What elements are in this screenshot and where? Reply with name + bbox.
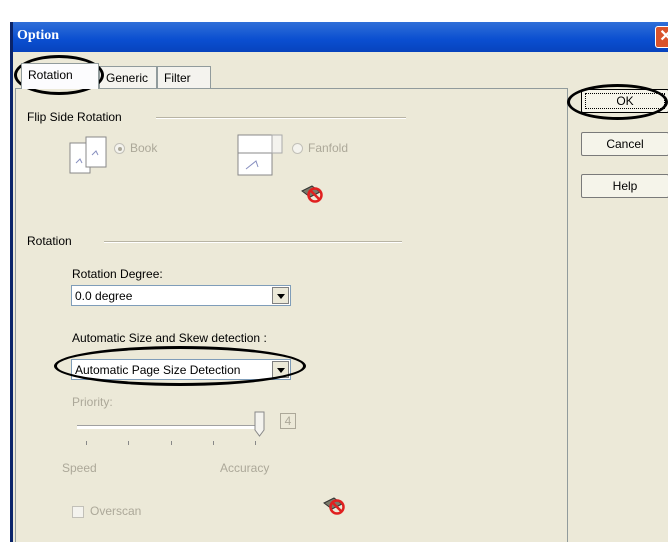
book-icon [69, 136, 107, 174]
chevron-down-icon[interactable] [272, 287, 289, 304]
tab-filter-label: Filter [164, 71, 191, 85]
rotation-tab-panel: Flip Side Rotation Book Fanfold Rotation… [15, 88, 568, 542]
tab-rotation[interactable]: Rotation [21, 63, 99, 89]
priority-value: 4 [284, 414, 292, 428]
title-bar[interactable]: Option [13, 22, 668, 52]
priority-label: Priority: [72, 395, 113, 409]
tab-generic-label: Generic [106, 71, 149, 85]
help-button-label: Help [612, 179, 638, 193]
unavailable-icon [323, 497, 345, 515]
rotation-degree-label: Rotation Degree: [72, 267, 163, 281]
priority-slider-thumb[interactable] [254, 411, 266, 437]
unavailable-icon [301, 185, 323, 203]
detection-label: Automatic Size and Skew detection : [72, 331, 267, 345]
chevron-down-icon[interactable] [272, 361, 289, 378]
cancel-button[interactable]: Cancel [581, 132, 668, 156]
focus-rectangle [585, 93, 665, 109]
rotation-degree-select[interactable]: 0.0 degree [71, 285, 291, 306]
slider-min-label: Speed [62, 461, 97, 475]
flip-side-group-label: Flip Side Rotation [27, 110, 126, 124]
tab-filter[interactable]: Filter [157, 66, 211, 88]
overscan-label: Overscan [90, 504, 142, 518]
close-button[interactable]: ✕ [655, 26, 668, 48]
tab-generic[interactable]: Generic [99, 66, 157, 88]
option-dialog: Option ✕ Rotation Generic Filter Flip Si… [10, 22, 668, 542]
rotation-group-label: Rotation [27, 234, 76, 248]
slider-tick [213, 441, 214, 445]
slider-max-label: Accuracy [220, 461, 270, 475]
detection-select[interactable]: Automatic Page Size Detection [71, 359, 291, 380]
book-label: Book [130, 141, 158, 155]
slider-tick [255, 441, 256, 445]
ok-button[interactable]: OK [581, 89, 668, 113]
group-divider [156, 117, 406, 119]
rotation-degree-value: 0.0 degree [75, 289, 133, 303]
group-divider [104, 241, 402, 243]
window-title: Option [17, 28, 60, 43]
fanfold-label: Fanfold [308, 141, 349, 155]
close-icon: ✕ [659, 28, 668, 45]
slider-tick [128, 441, 129, 445]
detection-value: Automatic Page Size Detection [75, 363, 241, 377]
priority-slider-track[interactable] [77, 425, 261, 429]
fanfold-radio[interactable] [292, 143, 303, 154]
help-button[interactable]: Help [581, 174, 668, 198]
slider-tick [86, 441, 87, 445]
slider-tick [171, 441, 172, 445]
overscan-checkbox[interactable] [72, 506, 84, 518]
priority-value-box: 4 [280, 413, 296, 429]
tab-rotation-label: Rotation [28, 68, 73, 82]
cancel-button-label: Cancel [606, 137, 644, 151]
book-radio[interactable] [114, 143, 125, 154]
fanfold-icon [237, 134, 283, 176]
